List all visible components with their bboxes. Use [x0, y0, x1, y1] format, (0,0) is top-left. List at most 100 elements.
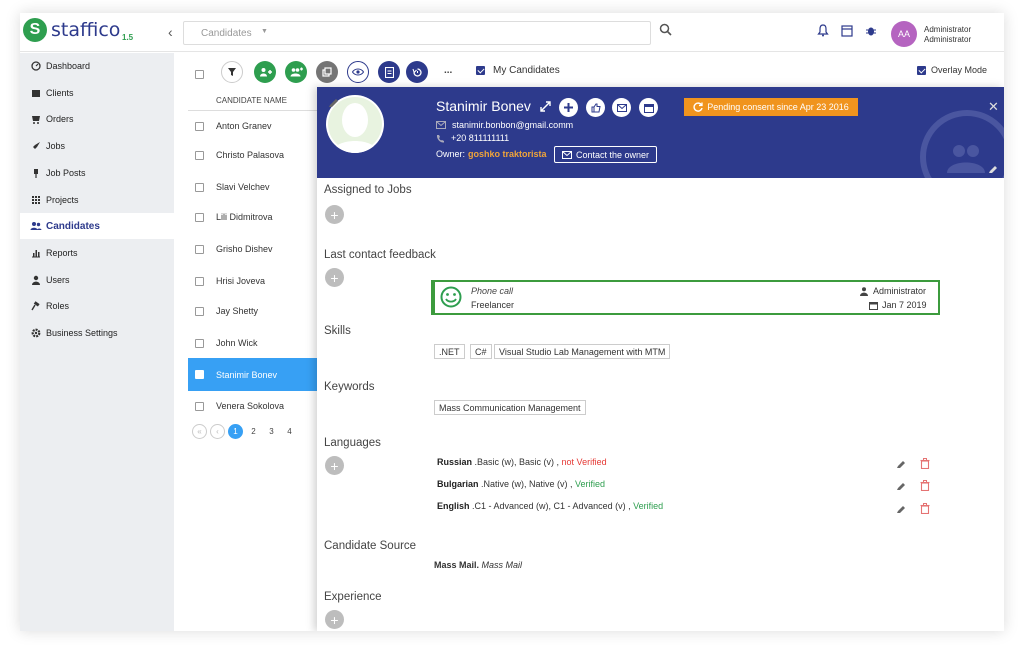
pencil-icon[interactable]	[896, 503, 907, 514]
page-button[interactable]: 1	[228, 424, 243, 439]
sidebar-item-jobs[interactable]: Jobs	[20, 133, 174, 159]
row-checkbox[interactable]	[195, 244, 204, 254]
sidebar-item-candidates[interactable]: Candidates	[20, 213, 174, 239]
sidebar-item-business-settings[interactable]: Business Settings	[20, 320, 174, 346]
skill-tag[interactable]: C#	[470, 344, 492, 359]
sidebar-item-clients[interactable]: Clients	[20, 80, 174, 106]
trash-icon[interactable]	[920, 480, 930, 491]
language-levels: .Basic (w), Basic (v) ,	[472, 457, 560, 467]
add-candidate-button[interactable]	[254, 61, 276, 83]
sidebar-item-reports[interactable]: Reports	[20, 240, 174, 266]
page-button[interactable]: 2	[246, 424, 261, 439]
logo-text: staffico	[51, 19, 121, 41]
row-checkbox[interactable]	[195, 370, 204, 379]
first-page-button[interactable]: «	[192, 424, 207, 439]
candidate-source-value: Mass Mail. Mass Mail	[434, 560, 522, 570]
candidate-email[interactable]: stanimir.bonbon@gmail.comm	[452, 120, 573, 130]
bug-icon[interactable]	[865, 24, 877, 37]
email-button[interactable]	[612, 98, 631, 117]
my-candidates-checkbox[interactable]	[476, 66, 485, 75]
row-checkbox[interactable]	[195, 306, 204, 316]
trash-icon[interactable]	[920, 458, 930, 469]
row-checkbox[interactable]	[195, 212, 204, 222]
copy-button[interactable]	[316, 61, 338, 83]
logo[interactable]: S staffico	[23, 18, 120, 42]
section-title-skills: Skills	[324, 325, 351, 337]
row-checkbox[interactable]	[195, 182, 204, 192]
pencil-icon[interactable]	[896, 480, 907, 491]
filter-icon	[228, 68, 236, 76]
page-button[interactable]: 4	[282, 424, 297, 439]
pending-consent-badge[interactable]: Pending consent since Apr 23 2016	[684, 98, 858, 116]
add-users-icon	[290, 67, 303, 77]
plus-icon	[564, 103, 573, 112]
feedback-type: Phone call	[471, 286, 514, 296]
sidebar-item-roles[interactable]: Roles	[20, 293, 174, 319]
row-checkbox[interactable]	[195, 276, 204, 286]
chevron-down-icon[interactable]: ▼	[261, 28, 268, 35]
edit-pencil-icon[interactable]	[988, 163, 999, 174]
history-icon	[411, 67, 422, 77]
add-group-button[interactable]	[285, 61, 307, 83]
add-to-job-button[interactable]	[559, 98, 578, 117]
sidebar-item-job-posts[interactable]: Job Posts	[20, 160, 174, 186]
keyword-tag[interactable]: Mass Communication Management	[434, 400, 586, 415]
bell-icon[interactable]	[817, 24, 829, 37]
envelope-icon	[561, 150, 572, 159]
collapse-sidebar-icon[interactable]: ‹	[168, 24, 173, 40]
expand-icon[interactable]	[540, 101, 551, 112]
row-checkbox[interactable]	[195, 121, 204, 131]
orders-icon	[30, 114, 42, 124]
schedule-button[interactable]	[639, 98, 658, 117]
envelope-icon	[616, 103, 627, 112]
pencil-icon[interactable]	[328, 97, 340, 107]
toolbar: ... My Candidates Overlay Mode	[174, 53, 1004, 91]
sidebar-item-orders[interactable]: Orders	[20, 106, 174, 132]
owner-label: Owner:	[436, 149, 466, 159]
trash-icon[interactable]	[920, 503, 930, 514]
avatar[interactable]: AA	[891, 21, 917, 47]
pagination: « ‹ 1 2 3 4	[192, 424, 297, 439]
calendar-icon[interactable]	[841, 24, 853, 37]
sidebar-item-dashboard[interactable]: Dashboard	[20, 53, 174, 79]
sidebar-item-users[interactable]: Users	[20, 267, 174, 293]
clients-icon	[30, 88, 42, 98]
candidate-phone[interactable]: +20 811111111	[451, 133, 509, 143]
global-search-input[interactable]: Candidates ▼	[183, 21, 651, 45]
select-all-checkbox[interactable]	[195, 70, 204, 79]
add-language-button[interactable]: +	[325, 456, 344, 475]
add-job-button[interactable]: +	[325, 205, 344, 224]
user-menu[interactable]: Administrator Administrator	[924, 25, 971, 45]
skill-tag[interactable]: .NET	[434, 344, 465, 359]
language-row: English .C1 - Advanced (w), C1 - Advance…	[437, 501, 663, 511]
filter-button[interactable]	[221, 61, 243, 83]
keyword-tags: Mass Communication Management	[434, 400, 634, 415]
language-row: Russian .Basic (w), Basic (v) , not Veri…	[437, 457, 607, 467]
sidebar-item-label: Jobs	[46, 141, 66, 151]
skill-tag[interactable]: Visual Studio Lab Management with MTM	[494, 344, 671, 359]
document-button[interactable]	[378, 61, 400, 83]
page-button[interactable]: 3	[264, 424, 279, 439]
feedback-note: Freelancer	[471, 300, 515, 310]
more-actions-button[interactable]: ...	[444, 65, 452, 76]
prev-page-button[interactable]: ‹	[210, 424, 225, 439]
owner-name[interactable]: goshko traktorista	[468, 149, 547, 159]
contact-owner-button[interactable]: Contact the owner	[554, 146, 657, 163]
source-name: Mass Mail.	[434, 560, 480, 570]
sidebar-item-projects[interactable]: Projects	[20, 187, 174, 213]
feedback-author: Administrator	[873, 286, 927, 296]
row-checkbox[interactable]	[195, 338, 204, 348]
row-checkbox[interactable]	[195, 150, 204, 160]
add-experience-button[interactable]: +	[325, 610, 344, 629]
add-feedback-button[interactable]: +	[325, 268, 344, 287]
feedback-card[interactable]: Phone call Freelancer Administrator Jan …	[431, 280, 940, 315]
overlay-mode-checkbox[interactable]	[917, 66, 926, 75]
refresh-icon	[693, 102, 703, 112]
like-button[interactable]	[586, 98, 605, 117]
row-checkbox[interactable]	[195, 401, 204, 411]
view-button[interactable]	[347, 61, 369, 83]
history-button[interactable]	[406, 61, 428, 83]
candidate-name: Jay Shetty	[216, 306, 259, 316]
pencil-icon[interactable]	[896, 458, 907, 469]
search-icon[interactable]	[659, 23, 672, 36]
